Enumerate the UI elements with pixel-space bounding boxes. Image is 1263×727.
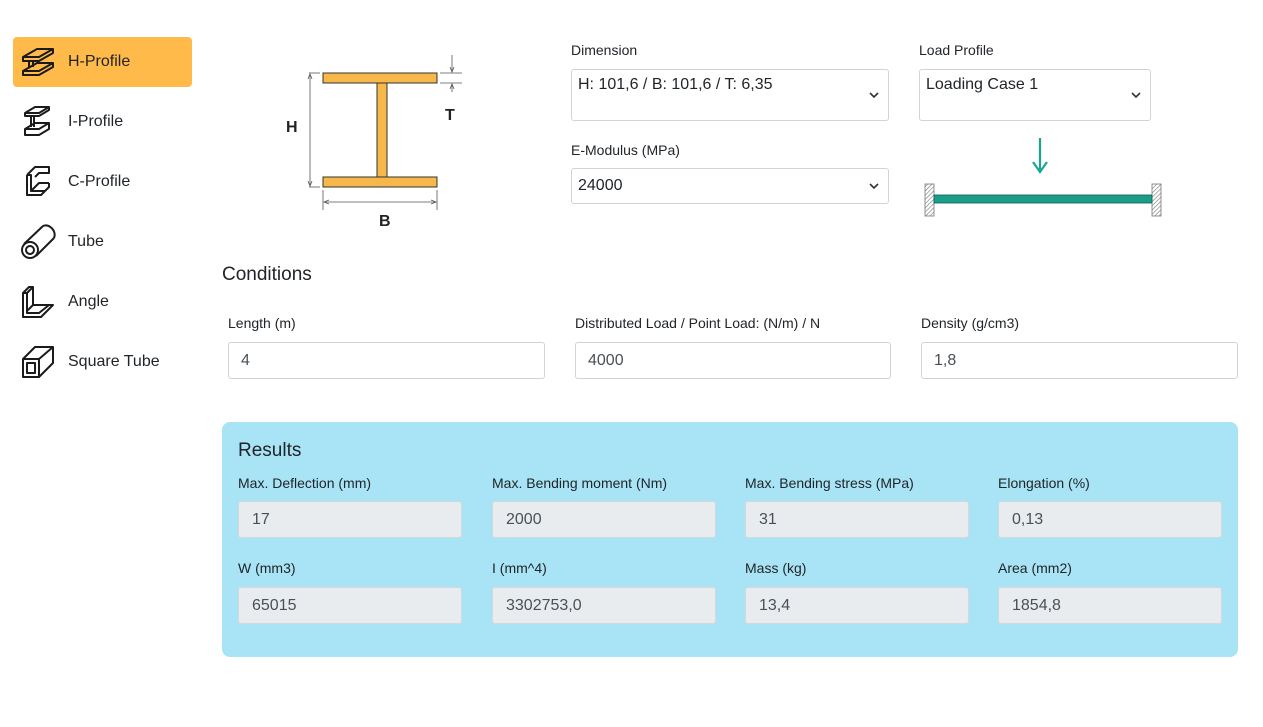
length-input[interactable] <box>228 342 545 379</box>
mass-value: 13,4 <box>745 587 969 624</box>
chevron-down-icon <box>869 92 879 99</box>
sidebar-item-square-tube[interactable]: Square Tube <box>13 337 192 387</box>
right-support <box>1151 183 1162 217</box>
length-label: Length (m) <box>228 315 296 331</box>
load-input[interactable] <box>575 342 891 379</box>
sidebar-item-label: Tube <box>68 233 104 250</box>
sidebar-item-label: I-Profile <box>68 113 124 130</box>
sidebar-item-tube[interactable]: Tube <box>13 217 192 267</box>
mass-label: Mass (kg) <box>745 560 807 576</box>
elongation-value: 0,13 <box>998 501 1222 538</box>
sidebar-item-label: C-Profile <box>68 173 131 190</box>
i-value: 3302753,0 <box>492 587 716 624</box>
dimension-label: Dimension <box>571 42 638 58</box>
angle-icon <box>18 282 58 322</box>
load-profile-selected-value: Loading Case 1 <box>926 76 1039 93</box>
area-label: Area (mm2) <box>998 560 1072 576</box>
sidebar-item-angle[interactable]: Angle <box>13 277 192 327</box>
sidebar-item-label: Angle <box>68 293 109 310</box>
sidebar-item-i-profile[interactable]: I-Profile <box>13 97 192 147</box>
web <box>376 82 388 178</box>
max-bending-stress-value: 31 <box>745 501 969 538</box>
i-profile-icon <box>18 102 58 142</box>
area-value: 1854,8 <box>998 587 1222 624</box>
sidebar-item-c-profile[interactable]: C-Profile <box>13 157 192 207</box>
w-label: W (mm3) <box>238 560 296 576</box>
load-profile-select[interactable]: Loading Case 1 <box>919 69 1151 121</box>
h-beam-diagram: H T B <box>286 55 462 230</box>
sidebar-item-h-profile[interactable]: H-Profile <box>13 37 192 87</box>
square-tube-icon <box>18 342 58 382</box>
max-bending-stress-label: Max. Bending stress (MPa) <box>745 475 914 491</box>
density-label: Density (g/cm3) <box>921 315 1020 331</box>
left-support <box>924 183 935 217</box>
profile-cross-section-diagram: H T B <box>280 50 470 235</box>
bottom-flange <box>322 176 438 188</box>
sidebar-item-label: H-Profile <box>68 53 131 70</box>
elongation-label: Elongation (%) <box>998 475 1090 491</box>
i-label: I (mm^4) <box>492 560 547 576</box>
max-deflection-label: Max. Deflection (mm) <box>238 475 372 491</box>
top-flange <box>322 72 438 84</box>
c-profile-icon <box>18 162 58 202</box>
load-profile-label: Load Profile <box>919 42 994 58</box>
dimension-select[interactable]: H: 101,6 / B: 101,6 / T: 6,35 <box>571 69 889 121</box>
chevron-down-icon <box>869 183 879 190</box>
dimension-selected-value: H: 101,6 / B: 101,6 / T: 6,35 <box>578 76 773 93</box>
t-dimension-label: T <box>445 107 455 124</box>
results-panel: Results Max. Deflection (mm) 17 Max. Ben… <box>222 422 1238 657</box>
beam <box>933 194 1153 204</box>
chevron-down-icon <box>1131 92 1141 99</box>
h-profile-icon <box>18 42 58 82</box>
b-dimension-label: B <box>379 213 391 230</box>
e-modulus-label: E-Modulus (MPa) <box>571 142 680 158</box>
load-label: Distributed Load / Point Load: (N/m) / N <box>575 315 821 331</box>
density-input[interactable] <box>921 342 1238 379</box>
w-value: 65015 <box>238 587 462 624</box>
sidebar-item-label: Square Tube <box>68 353 160 370</box>
h-dimension-label: H <box>286 119 298 136</box>
conditions-title: Conditions <box>222 264 312 285</box>
results-title: Results <box>238 440 302 461</box>
max-deflection-value: 17 <box>238 501 462 538</box>
e-modulus-select[interactable]: 24000 <box>571 168 889 204</box>
fixed-beam-diagram <box>924 138 1162 217</box>
max-bending-moment-label: Max. Bending moment (Nm) <box>492 475 668 491</box>
profile-sidebar: H-Profile I-Profile C-Profile Tube Angle… <box>13 37 192 397</box>
tube-icon <box>18 222 58 262</box>
max-bending-moment-value: 2000 <box>492 501 716 538</box>
load-case-diagram <box>920 132 1165 222</box>
e-modulus-selected-value: 24000 <box>578 177 623 194</box>
